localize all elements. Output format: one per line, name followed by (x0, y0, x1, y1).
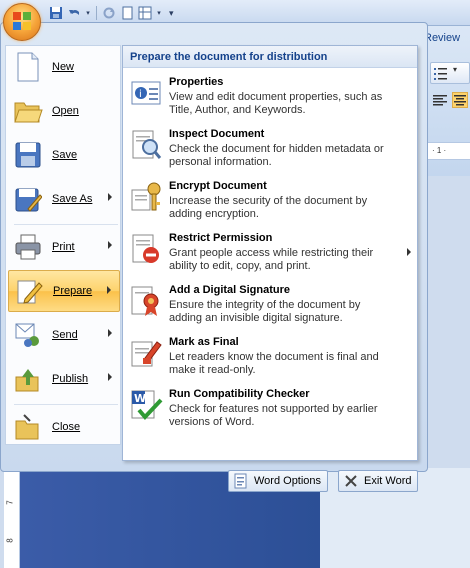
svg-text:W: W (134, 392, 146, 405)
chevron-right-icon (108, 241, 112, 249)
menu-item-save-as[interactable]: Save As (8, 178, 120, 220)
new-document-icon (12, 51, 44, 83)
tab-review[interactable]: Review (424, 32, 460, 44)
office-menu: New Open Save Save As Print Prepare Send… (0, 22, 428, 492)
chevron-right-icon (108, 193, 112, 201)
exit-x-icon (343, 473, 359, 489)
submenu-item-digital-signature[interactable]: Add a Digital Signature Ensure the integ… (127, 280, 413, 330)
menu-item-publish[interactable]: Publish (8, 358, 120, 400)
qat-table-icon[interactable] (137, 5, 153, 21)
ruler-number: 8 (5, 538, 15, 543)
ruler-number: 7 (5, 500, 15, 505)
submenu-item-restrict-permission[interactable]: Restrict Permission Grant people access … (127, 228, 413, 278)
mark-final-icon (129, 336, 163, 370)
bullets-dropdown-icon[interactable]: ▾ (453, 65, 469, 81)
prepare-submenu: Prepare the document for distribution i … (122, 45, 418, 461)
menu-item-open[interactable]: Open (8, 90, 120, 132)
ribbon-list-group: ▾ (430, 62, 470, 84)
qat-redo-icon[interactable] (101, 5, 117, 21)
customize-qat-icon[interactable]: ▾ (169, 8, 174, 19)
exit-word-label: Exit Word (364, 475, 412, 487)
save-disk-icon (12, 139, 44, 171)
qat-table-dropdown-icon[interactable]: ▾ (155, 5, 163, 21)
ribbon-align-group (430, 92, 470, 112)
printer-icon (12, 231, 44, 263)
menu-item-prepare[interactable]: Prepare (8, 270, 120, 312)
inspect-document-icon (129, 128, 163, 162)
menu-item-send[interactable]: Send (8, 314, 120, 356)
word-options-label: Word Options (254, 475, 322, 487)
align-left-icon[interactable] (432, 92, 448, 108)
chevron-right-icon (108, 373, 112, 381)
compatibility-checker-icon: W (129, 388, 163, 422)
restrict-permission-icon (129, 232, 163, 266)
chevron-right-icon (407, 248, 411, 256)
exit-word-button[interactable]: Exit Word (338, 470, 419, 492)
open-folder-icon (12, 95, 44, 127)
align-center-icon[interactable] (452, 92, 468, 108)
close-folder-icon (12, 411, 44, 443)
vertical-ruler[interactable]: 7 8 (4, 468, 20, 568)
submenu-item-properties[interactable]: i Properties View and edit document prop… (127, 72, 413, 122)
word-options-button[interactable]: Word Options (228, 470, 329, 492)
prepare-pen-icon (13, 275, 45, 307)
submenu-item-compatibility-checker[interactable]: W Run Compatibility Checker Check for fe… (127, 384, 413, 434)
chevron-right-icon (108, 329, 112, 337)
menu-item-new[interactable]: New (8, 46, 120, 88)
office-button[interactable] (3, 3, 41, 41)
encrypt-key-icon (129, 180, 163, 214)
qat-undo-dropdown-icon[interactable]: ▾ (84, 5, 92, 21)
menu-item-save[interactable]: Save (8, 134, 120, 176)
save-as-icon (12, 183, 44, 215)
office-menu-commands: New Open Save Save As Print Prepare Send… (5, 45, 121, 445)
digital-signature-icon (129, 284, 163, 318)
svg-text:i: i (139, 89, 142, 100)
quick-access-toolbar: ▾ ▾ ▾ (48, 4, 174, 22)
qat-undo-icon[interactable] (66, 5, 82, 21)
qat-save-icon[interactable] (48, 5, 64, 21)
menu-item-print[interactable]: Print (8, 226, 120, 268)
bullets-icon[interactable] (433, 65, 449, 81)
qat-new-doc-icon[interactable] (119, 5, 135, 21)
publish-icon (12, 363, 44, 395)
chevron-right-icon (107, 286, 111, 294)
submenu-header: Prepare the document for distribution (123, 46, 417, 68)
properties-icon: i (129, 76, 163, 110)
menu-item-close[interactable]: Close (8, 406, 120, 448)
submenu-item-mark-as-final[interactable]: Mark as Final Let readers know the docum… (127, 332, 413, 382)
submenu-item-encrypt-document[interactable]: Encrypt Document Increase the security o… (127, 176, 413, 226)
word-options-icon (233, 473, 249, 489)
submenu-item-inspect-document[interactable]: Inspect Document Check the document for … (127, 124, 413, 174)
office-logo-icon (12, 11, 32, 34)
send-icon (12, 319, 44, 351)
